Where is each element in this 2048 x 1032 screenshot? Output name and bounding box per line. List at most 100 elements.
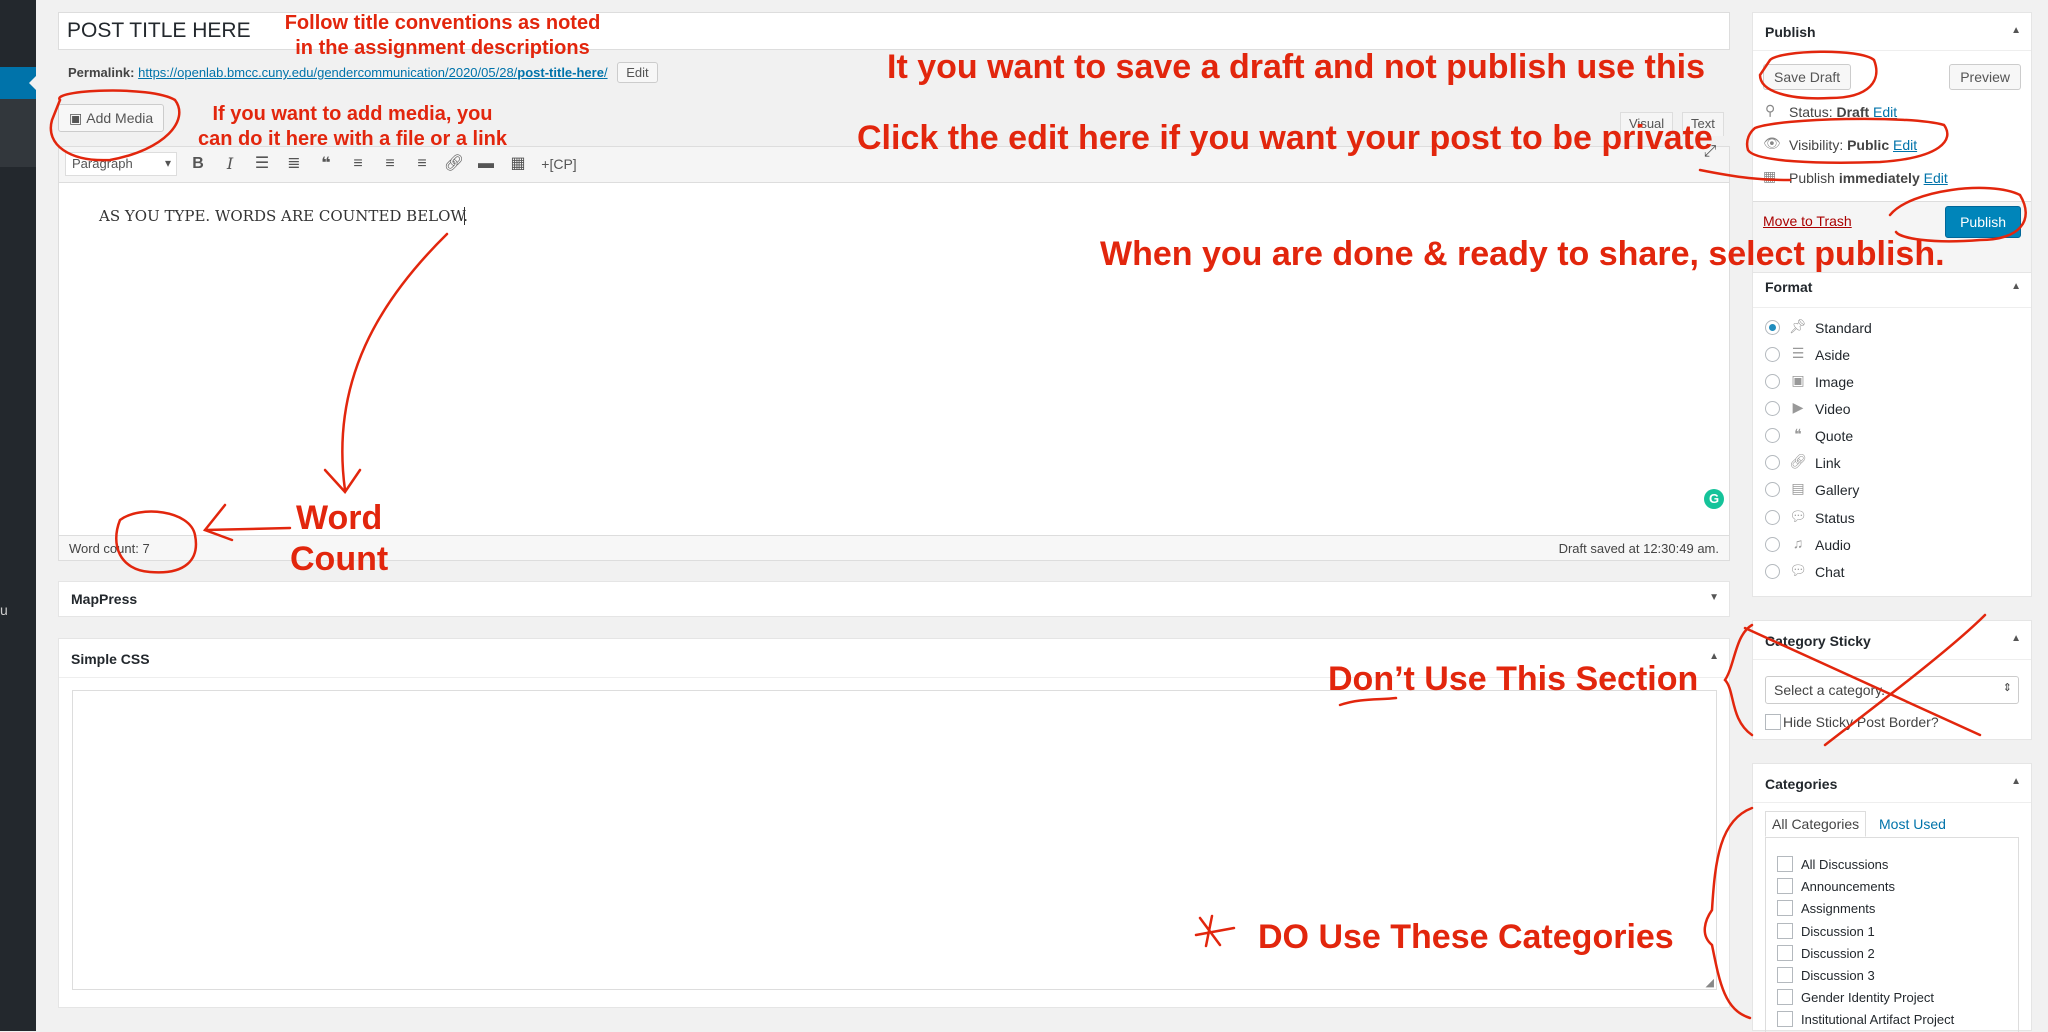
italic-icon[interactable]: I — [219, 153, 241, 175]
annotation-word-count-line2: Count — [290, 539, 389, 578]
category-sticky-box: Category Sticky ▲ Select a category. ⇕ H… — [1752, 620, 2032, 740]
preview-button[interactable]: Preview — [1949, 64, 2021, 90]
link-icon: 🔗︎ — [1789, 453, 1807, 469]
cp-button[interactable]: +[CP] — [537, 153, 581, 175]
format-radio-status[interactable] — [1765, 510, 1780, 525]
publish-box: Publish ▲ Save Draft Preview ⚲ Status: D… — [1752, 12, 2032, 274]
quote-icon: ❝ — [1794, 426, 1802, 442]
annotation-title-note-line1: Follow title conventions as noted — [284, 12, 601, 34]
schedule-edit-link[interactable]: Edit — [1924, 170, 1948, 186]
collapse-menu-label[interactable]: u — [0, 602, 8, 618]
annotation-word-count-note: Word Count — [290, 498, 388, 580]
category-checkbox[interactable] — [1777, 967, 1793, 983]
save-draft-button[interactable]: Save Draft — [1763, 64, 1852, 90]
hide-sticky-border-checkbox[interactable] — [1765, 714, 1781, 730]
category-checkbox[interactable] — [1777, 923, 1793, 939]
grammarly-icon[interactable]: G — [1704, 489, 1724, 509]
pin-icon: ⚲ — [1765, 102, 1776, 118]
annotation-media-note: If you want to add media, you can do it … — [180, 102, 525, 152]
permalink-base: https://openlab.bmcc.cuny.edu/gendercomm… — [138, 65, 518, 80]
format-toggle-icon[interactable]: ▲ — [2011, 281, 2021, 292]
status-label: Status: — [1789, 104, 1833, 120]
annotation-publish-note: When you are done & ready to share, sele… — [1100, 235, 1945, 273]
category-sticky-toggle-icon[interactable]: ▲ — [2011, 633, 2021, 644]
publish-toggle-icon[interactable]: ▲ — [2011, 25, 2021, 36]
category-checkbox[interactable] — [1777, 878, 1793, 894]
visibility-label: Visibility: — [1789, 137, 1844, 153]
calendar-icon: ▦ — [1763, 168, 1777, 184]
link-icon[interactable]: 🔗︎ — [443, 153, 465, 175]
chat-icon: 💬︎ — [1789, 562, 1807, 578]
permalink-slug: post-title-here — [517, 65, 604, 80]
publish-button[interactable]: Publish — [1945, 206, 2021, 238]
format-label-gallery: Gallery — [1815, 482, 1860, 498]
toolbar-toggle-icon[interactable]: ▦ — [507, 153, 529, 175]
annotation-media-note-line1: If you want to add media, you — [212, 103, 493, 125]
format-box: Format ▲ 📌︎ Standard ☰ Aside ▣ Image ▶︎ … — [1752, 272, 2032, 597]
category-label: Assignments — [1801, 901, 1876, 916]
admin-menu-current-item[interactable] — [0, 67, 37, 99]
numbered-list-icon[interactable]: ≣ — [283, 153, 305, 175]
visibility-edit-link[interactable]: Edit — [1893, 137, 1917, 153]
mappress-box[interactable]: MapPress ▼ — [58, 581, 1730, 617]
format-label-link: Link — [1815, 455, 1841, 471]
status-edit-link[interactable]: Edit — [1873, 104, 1897, 120]
format-select[interactable]: Paragraph — [65, 152, 177, 176]
category-label: Discussion 1 — [1801, 924, 1875, 939]
format-label-status: Status — [1815, 510, 1855, 526]
bulleted-list-icon[interactable]: ☰ — [251, 153, 273, 175]
align-right-icon[interactable]: ≡ — [411, 153, 433, 175]
align-left-icon[interactable]: ≡ — [347, 153, 369, 175]
resize-handle-icon[interactable]: ◢ — [1706, 976, 1714, 989]
format-radio-quote[interactable] — [1765, 428, 1780, 443]
categories-toggle-icon[interactable]: ▲ — [2011, 776, 2021, 787]
category-checkbox[interactable] — [1777, 945, 1793, 961]
media-icon: ▣ — [69, 110, 83, 126]
annotation-word-count-line1: Word — [295, 499, 383, 537]
category-sticky-select[interactable]: Select a category. ⇕ — [1765, 676, 2019, 704]
format-radio-aside[interactable] — [1765, 347, 1780, 362]
format-radio-chat[interactable] — [1765, 564, 1780, 579]
move-to-trash-link[interactable]: Move to Trash — [1763, 213, 1852, 229]
add-media-label: Add Media — [86, 110, 154, 126]
video-icon: ▶︎ — [1792, 399, 1804, 415]
mappress-toggle-icon[interactable]: ▼ — [1709, 592, 1719, 603]
format-radio-standard[interactable] — [1765, 320, 1780, 335]
publish-box-title: Publish — [1765, 24, 1816, 40]
blockquote-icon[interactable]: ❝ — [315, 153, 337, 175]
category-sticky-title: Category Sticky — [1765, 633, 1871, 649]
align-center-icon[interactable]: ≡ — [379, 153, 401, 175]
post-body-text: AS YOU TYPE. WORDS ARE COUNTED BELOW. — [99, 207, 468, 225]
format-radio-image[interactable] — [1765, 374, 1780, 389]
format-radio-link[interactable] — [1765, 455, 1780, 470]
audio-icon: ♫ — [1792, 535, 1804, 551]
format-radio-audio[interactable] — [1765, 537, 1780, 552]
simple-css-toggle-icon[interactable]: ▲ — [1709, 651, 1719, 662]
category-checkbox[interactable] — [1777, 989, 1793, 1005]
format-label-audio: Audio — [1815, 537, 1851, 553]
categories-box: Categories ▲ All Categories Most Used Al… — [1752, 763, 2032, 1032]
text-cursor — [464, 207, 465, 225]
format-label-quote: Quote — [1815, 428, 1854, 444]
format-radio-video[interactable] — [1765, 401, 1780, 416]
divider — [1753, 659, 2031, 660]
category-checkbox[interactable] — [1777, 856, 1793, 872]
tab-most-used[interactable]: Most Used — [1879, 816, 1946, 832]
tab-all-categories[interactable]: All Categories — [1765, 811, 1867, 837]
category-checkbox[interactable] — [1777, 900, 1793, 916]
bold-icon[interactable]: B — [187, 153, 209, 175]
category-checkbox[interactable] — [1777, 1011, 1793, 1027]
divider — [1753, 50, 2031, 51]
permalink-edit-button[interactable]: Edit — [617, 62, 658, 83]
admin-sidebar: u — [0, 0, 37, 1031]
category-label: Announcements — [1801, 879, 1895, 894]
annotation-draft-note: It you want to save a draft and not publ… — [887, 48, 1705, 86]
permalink-link[interactable]: https://openlab.bmcc.cuny.edu/gendercomm… — [138, 65, 607, 80]
read-more-icon[interactable]: ▬ — [475, 153, 497, 175]
annotation-title-note: Follow title conventions as noted in the… — [270, 11, 615, 61]
format-radio-gallery[interactable] — [1765, 482, 1780, 497]
add-media-button[interactable]: ▣ Add Media — [58, 104, 165, 132]
draft-saved-status: Draft saved at 12:30:49 am. — [1558, 541, 1719, 556]
visibility-row: Visibility: Public Edit — [1789, 137, 1917, 153]
category-sticky-select-value: Select a category. — [1774, 682, 1886, 698]
